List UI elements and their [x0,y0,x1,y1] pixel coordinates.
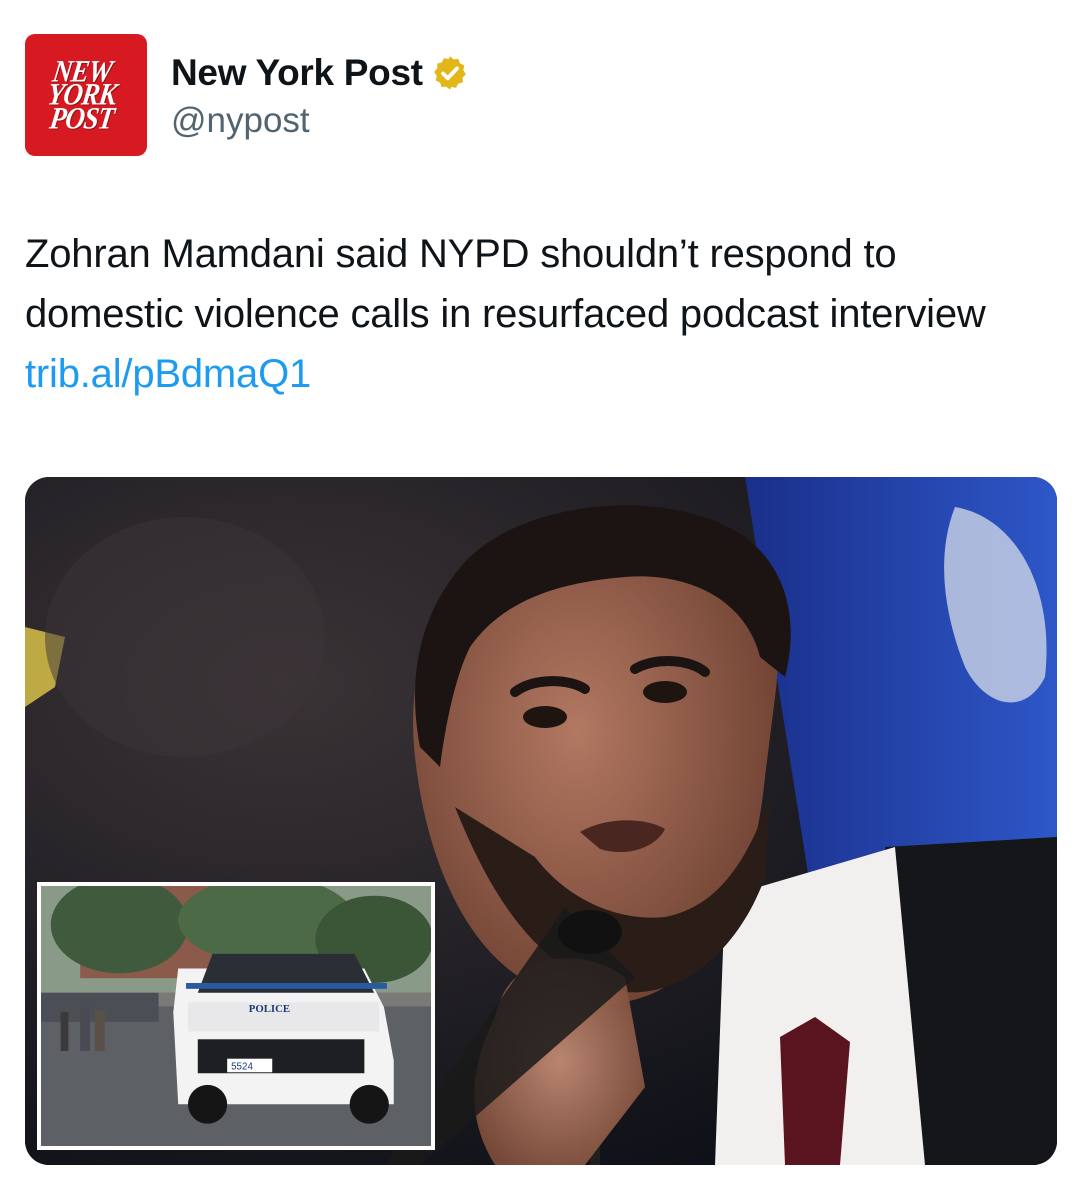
inset-police-car-photo: 5524 POLICE [37,882,435,1150]
tweet-link[interactable]: trib.al/pBdmaQ1 [25,352,311,396]
name-row: New York Post [171,49,469,97]
account-info: New York Post @nypost [171,49,469,141]
tweet-body: Zohran Mamdani said NYPD shouldn’t respo… [25,232,986,336]
verified-badge-icon[interactable] [431,54,469,92]
account-display-name[interactable]: New York Post [171,52,423,94]
inset-vehicle-label: POLICE [249,1003,290,1015]
inset-vehicle-number: 5524 [231,1061,253,1072]
logo-line-3: POST [47,100,117,135]
account-avatar-logo[interactable]: NEW YORK POST [25,34,147,156]
tweet-media-card[interactable]: 5524 POLICE [25,477,1057,1165]
tweet-header: NEW YORK POST New York Post @nypost [25,33,469,157]
account-handle[interactable]: @nypost [171,101,469,141]
tweet-text: Zohran Mamdani said NYPD shouldn’t respo… [25,224,1065,404]
inset-photo-image: 5524 POLICE [41,886,431,1146]
